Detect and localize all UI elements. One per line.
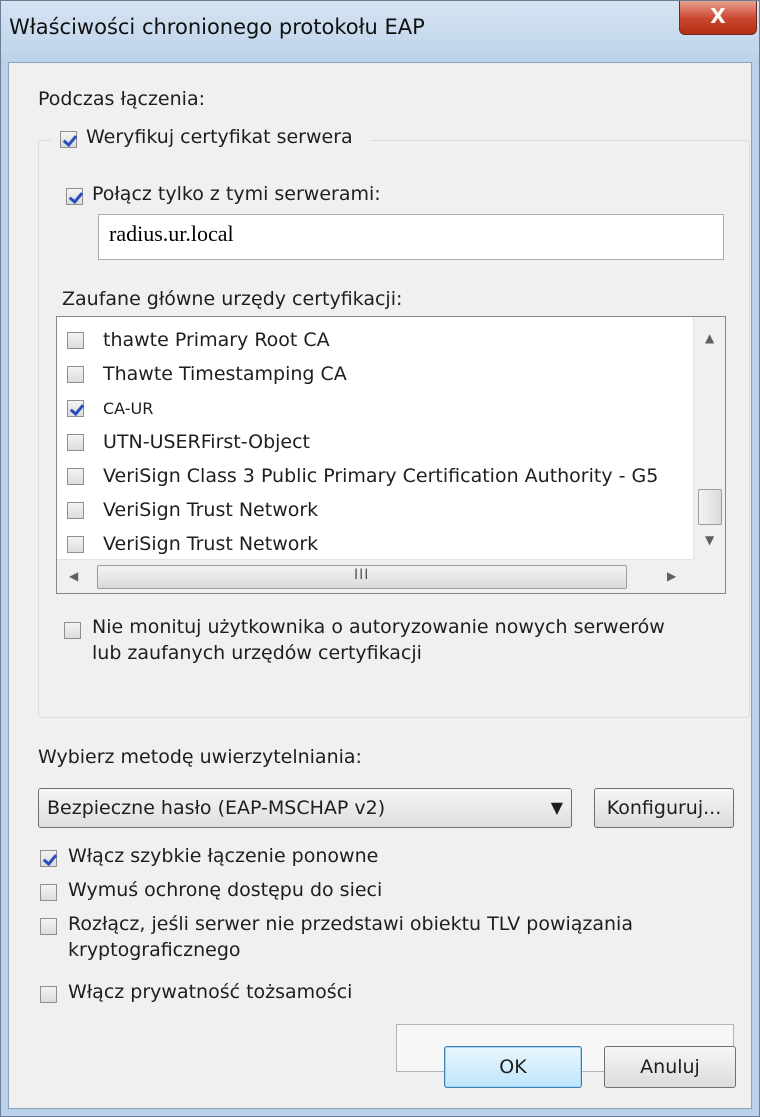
connect-only-checkbox[interactable] <box>66 188 83 205</box>
close-button[interactable]: X <box>679 1 757 35</box>
ca-listbox[interactable]: thawte Primary Root CA Thawte Timestampi… <box>56 316 726 594</box>
list-item[interactable]: UTN-USERFirst-Object <box>57 425 687 459</box>
ca-name: UTN-USERFirst-Object <box>103 431 311 453</box>
identity-privacy-label: Włącz prywatność tożsamości <box>68 981 353 1003</box>
close-icon: X <box>710 4 726 28</box>
verify-cert-checkbox[interactable] <box>60 131 77 148</box>
no-prompt-checkbox[interactable] <box>64 622 81 639</box>
auth-method-label: Wybierz metodę uwierzytelniania: <box>38 746 362 768</box>
scroll-grip-icon: III <box>354 567 370 583</box>
trusted-ca-label: Zaufane główne urzędy certyfikacji: <box>62 288 403 310</box>
disconnect-tlv-label-line1: Rozłącz, jeśli serwer nie przedstawi obi… <box>68 913 633 935</box>
list-item[interactable]: VeriSign Trust Network <box>57 493 687 527</box>
scroll-up-icon[interactable]: ▲ <box>705 331 714 345</box>
no-prompt-label-line2: lub zaufanych urzędów certyfikacji <box>92 642 422 664</box>
servers-input[interactable]: radius.ur.local <box>98 214 724 260</box>
ca-name: Thawte Timestamping CA <box>103 363 347 385</box>
disconnect-tlv-label-line2: kryptograficznego <box>68 939 241 961</box>
ca-name: VeriSign Trust Network <box>103 533 319 555</box>
connect-heading: Podczas łączenia: <box>38 88 205 110</box>
ca-name: CA-UR <box>103 399 154 418</box>
scroll-left-icon[interactable]: ◀ <box>69 569 78 583</box>
disconnect-tlv-checkbox[interactable] <box>40 918 57 935</box>
ca-checkbox[interactable] <box>67 468 84 485</box>
ca-checkbox[interactable] <box>67 536 84 553</box>
ca-name: thawte Primary Root CA <box>103 329 330 351</box>
list-item[interactable]: CA-UR <box>57 391 687 425</box>
ca-name: VeriSign Trust Network <box>103 499 319 521</box>
configure-button[interactable]: Konfiguruj... <box>594 788 734 828</box>
auth-method-value: Bezpieczne hasło (EAP-MSCHAP v2) <box>47 797 386 819</box>
scroll-right-icon[interactable]: ▶ <box>667 569 676 583</box>
title-bar: Właściwości chronionego protokołu EAP X <box>1 1 759 63</box>
verify-cert-label: Weryfikuj certyfikat serwera <box>86 126 353 148</box>
nap-checkbox[interactable] <box>40 884 57 901</box>
list-item[interactable]: Thawte Timestamping CA <box>57 357 687 391</box>
ok-button[interactable]: OK <box>444 1046 582 1088</box>
nap-label: Wymuś ochronę dostępu do sieci <box>68 879 383 901</box>
ca-checkbox[interactable] <box>67 502 84 519</box>
horizontal-scrollbar[interactable]: ◀ III ▶ <box>57 559 693 593</box>
scroll-corner <box>693 559 725 593</box>
connect-only-label: Połącz tylko z tymi serwerami: <box>92 183 381 205</box>
vertical-scroll-thumb[interactable] <box>698 489 722 525</box>
horizontal-scroll-thumb[interactable]: III <box>97 565 627 589</box>
no-prompt-label-line1: Nie monituj użytkownika o autoryzowanie … <box>92 616 665 638</box>
ca-checkbox[interactable] <box>67 434 84 451</box>
ca-checkbox[interactable] <box>67 366 84 383</box>
fast-reconnect-checkbox[interactable] <box>40 850 57 867</box>
window-title: Właściwości chronionego protokołu EAP <box>9 15 425 39</box>
list-item[interactable]: VeriSign Trust Network <box>57 527 687 561</box>
identity-privacy-checkbox[interactable] <box>40 986 57 1003</box>
list-item[interactable]: thawte Primary Root CA <box>57 323 687 357</box>
ca-name: VeriSign Class 3 Public Primary Certific… <box>103 465 659 487</box>
vertical-scrollbar[interactable]: ▲ ▼ <box>693 317 725 559</box>
scroll-down-icon[interactable]: ▼ <box>705 533 714 547</box>
fast-reconnect-label: Włącz szybkie łączenie ponowne <box>68 845 379 867</box>
ca-checkbox[interactable] <box>67 400 84 417</box>
list-item[interactable]: VeriSign Class 3 Public Primary Certific… <box>57 459 687 493</box>
dropdown-arrow-icon: ▼ <box>550 798 563 817</box>
cancel-button[interactable]: Anuluj <box>604 1046 736 1088</box>
ca-checkbox[interactable] <box>67 332 84 349</box>
auth-method-select[interactable]: Bezpieczne hasło (EAP-MSCHAP v2) ▼ <box>38 788 572 828</box>
